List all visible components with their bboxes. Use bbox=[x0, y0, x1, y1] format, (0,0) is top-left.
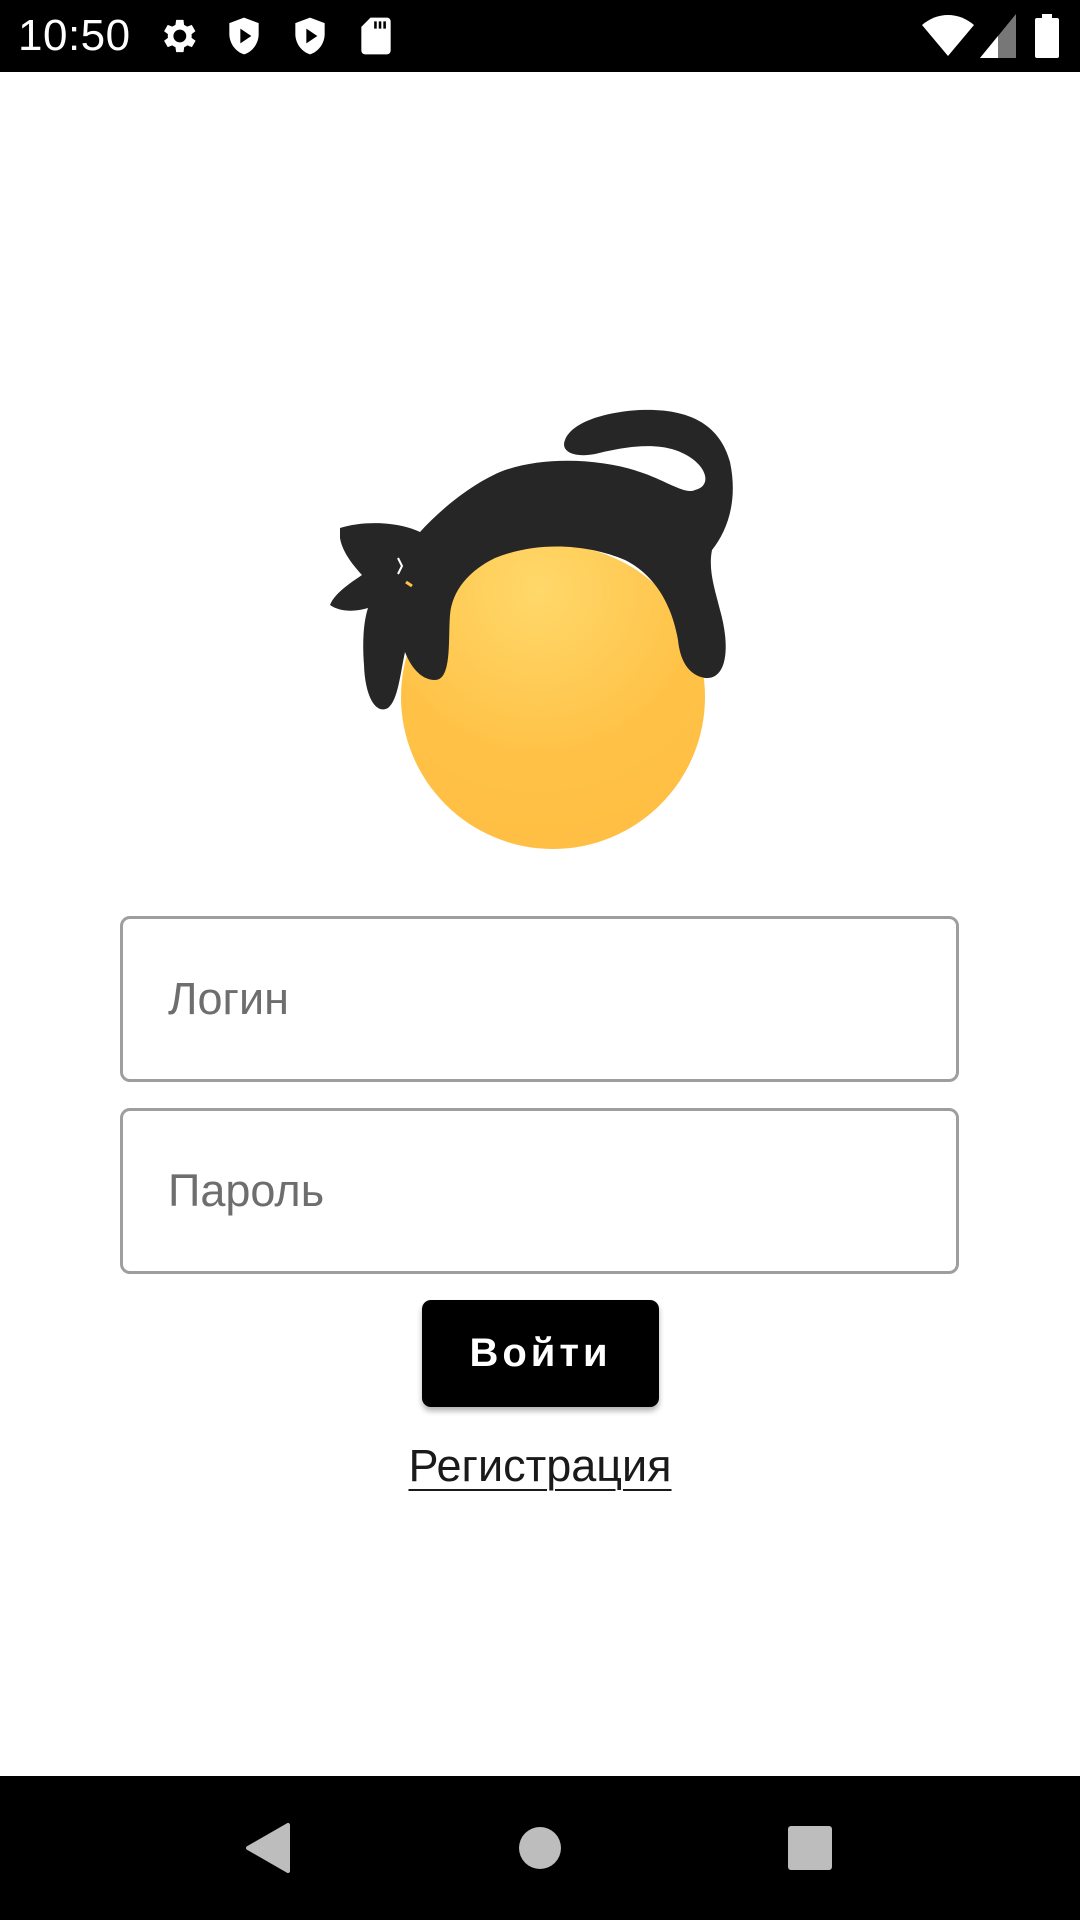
recents-icon[interactable] bbox=[760, 1798, 860, 1898]
shield-play-icon bbox=[222, 14, 266, 58]
password-field[interactable] bbox=[120, 1108, 959, 1274]
wifi-icon bbox=[922, 14, 974, 58]
login-screen: 10:50 Логин Войти Регистрация bbox=[0, 0, 1080, 1920]
login-field[interactable] bbox=[120, 916, 959, 1082]
register-link-container: Регистрация bbox=[0, 1438, 1080, 1494]
signal-icon bbox=[980, 14, 1016, 58]
login-input[interactable] bbox=[168, 919, 928, 1079]
battery-icon bbox=[1034, 14, 1060, 58]
sd-card-icon bbox=[354, 14, 398, 58]
cat-on-ball-logo bbox=[320, 390, 760, 850]
settings-icon bbox=[156, 14, 200, 58]
password-input[interactable] bbox=[168, 1111, 928, 1271]
status-bar: 10:50 bbox=[0, 0, 1080, 72]
login-button[interactable]: Войти bbox=[422, 1300, 659, 1407]
navigation-bar bbox=[0, 1776, 1080, 1920]
home-icon[interactable] bbox=[490, 1798, 590, 1898]
status-time: 10:50 bbox=[18, 11, 131, 60]
back-icon[interactable] bbox=[218, 1798, 318, 1898]
shield-play-icon bbox=[288, 14, 332, 58]
register-link[interactable]: Регистрация bbox=[408, 1440, 671, 1491]
